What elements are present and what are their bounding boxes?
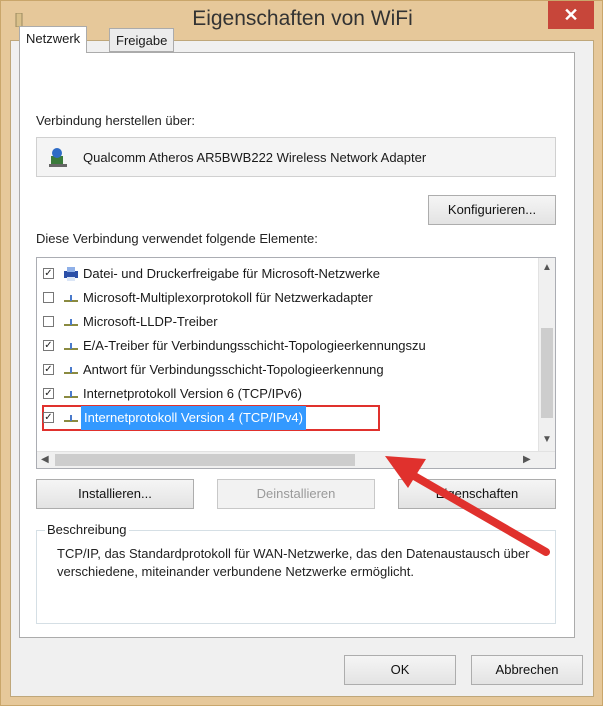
item-label: Microsoft-LLDP-Treiber [83, 314, 218, 329]
list-item[interactable]: ✓ Antwort für Verbindungsschicht-Topolog… [41, 358, 521, 382]
list-item[interactable]: ✓ Datei- und Druckerfreigabe für Microso… [41, 262, 521, 286]
description-text: TCP/IP, das Standardprotokoll für WAN-Ne… [57, 546, 530, 579]
description-legend: Beschreibung [45, 522, 129, 537]
network-adapter-icon [49, 148, 67, 167]
list-item[interactable]: ✓ Internetprotokoll Version 6 (TCP/IPv6) [41, 382, 521, 406]
scroll-left-icon[interactable]: ◀ [41, 454, 49, 465]
item-label: Antwort für Verbindungsschicht-Topologie… [83, 362, 384, 377]
scroll-right-icon[interactable]: ▶ [523, 454, 531, 465]
item-checkbox[interactable]: ✓ [43, 412, 54, 423]
printer-icon [64, 267, 78, 281]
item-checkbox[interactable]: ✓ [43, 340, 54, 351]
vertical-scroll-thumb[interactable] [541, 328, 553, 418]
elements-list[interactable]: ✓ Datei- und Druckerfreigabe für Microso… [36, 257, 556, 469]
adapter-field: Qualcomm Atheros AR5BWB222 Wireless Netw… [36, 137, 556, 177]
ok-button[interactable]: OK [344, 655, 456, 685]
horizontal-scroll-thumb[interactable] [55, 454, 355, 466]
scroll-up-icon[interactable]: ▲ [542, 262, 552, 273]
scroll-down-icon[interactable]: ▼ [542, 434, 552, 445]
protocol-icon [64, 415, 78, 422]
list-item-selected[interactable]: ✓ Internetprotokoll Version 4 (TCP/IPv4) [41, 405, 521, 431]
cancel-button[interactable]: Abbrechen [471, 655, 583, 685]
item-checkbox[interactable]: ✓ [43, 268, 54, 279]
protocol-icon [64, 319, 78, 326]
item-label: Internetprotokoll Version 4 (TCP/IPv4) [81, 406, 306, 430]
item-checkbox[interactable]: ✓ [43, 388, 54, 399]
description-group: Beschreibung TCP/IP, das Standardprotoko… [36, 522, 556, 624]
tab-page-netzwerk: Verbindung herstellen über: Qualcomm Ath… [19, 52, 575, 638]
elements-label: Diese Verbindung verwendet folgende Elem… [36, 231, 318, 246]
uninstall-button[interactable]: Deinstallieren [217, 479, 375, 509]
vertical-scrollbar[interactable]: ▲ ▼ [538, 258, 555, 451]
item-label: E/A-Treiber für Verbindungsschicht-Topol… [83, 338, 426, 353]
title-bar[interactable]: Eigenschaften von WiFi ✕ [1, 1, 603, 39]
tab-freigabe[interactable]: Freigabe [109, 28, 175, 52]
list-item[interactable]: ✓ E/A-Treiber für Verbindungsschicht-Top… [41, 334, 521, 358]
item-checkbox[interactable] [43, 292, 54, 303]
install-button[interactable]: Installieren... [36, 479, 194, 509]
item-label: Microsoft-Multiplexorprotokoll für Netzw… [83, 290, 373, 305]
protocol-icon [64, 367, 78, 374]
properties-window: Eigenschaften von WiFi ✕ Freigabe Netzwe… [0, 0, 603, 706]
list-item[interactable]: Microsoft-LLDP-Treiber [41, 310, 521, 334]
adapter-name: Qualcomm Atheros AR5BWB222 Wireless Netw… [83, 150, 427, 165]
protocol-icon [64, 295, 78, 302]
protocol-icon [64, 343, 78, 350]
item-label: Internetprotokoll Version 6 (TCP/IPv6) [83, 386, 302, 401]
window-title: Eigenschaften von WiFi [192, 7, 413, 30]
item-checkbox[interactable]: ✓ [43, 364, 54, 375]
horizontal-scrollbar[interactable]: ◀ ▶ [37, 451, 555, 468]
list-item[interactable]: Microsoft-Multiplexorprotokoll für Netzw… [41, 286, 521, 310]
item-label: Datei- und Druckerfreigabe für Microsoft… [83, 266, 380, 281]
protocol-icon [64, 391, 78, 398]
tab-netzwerk[interactable]: Netzwerk [19, 26, 88, 53]
item-checkbox[interactable] [43, 316, 54, 327]
properties-button[interactable]: Eigenschaften [398, 479, 556, 509]
connect-via-label: Verbindung herstellen über: [36, 113, 196, 128]
configure-button[interactable]: Konfigurieren... [428, 195, 556, 225]
close-button[interactable]: ✕ [548, 1, 594, 29]
